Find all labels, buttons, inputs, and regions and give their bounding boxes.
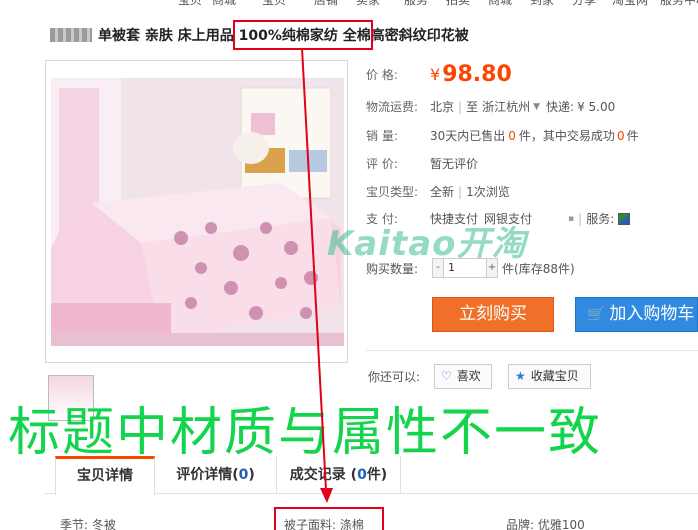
service-label: 服务:: [586, 212, 615, 226]
rating-label: 评 价:: [366, 157, 398, 171]
cart-icon: 🛒: [586, 305, 606, 323]
type-value: 全新: [430, 185, 455, 199]
top-nav-item[interactable]: 宝贝: [178, 0, 202, 8]
buy-now-button[interactable]: 立刻购买: [432, 297, 554, 332]
top-nav-item[interactable]: 卖家: [356, 0, 380, 8]
sales-prefix: 30天内已售出: [430, 129, 506, 143]
price-row: 价 格: ¥ 98.80: [366, 60, 512, 88]
quantity-label: 购买数量:: [366, 261, 419, 276]
sales-suffix: 件: [626, 129, 639, 143]
top-nav-item[interactable]: 宝贝: [262, 0, 286, 8]
attribute-item: 品牌: 优雅100: [506, 518, 585, 530]
attribute-highlight-box: [274, 507, 384, 530]
tab-label: 成交记录: [289, 467, 346, 483]
product-image-frame[interactable]: [45, 60, 348, 363]
also-label: 你还可以:: [368, 370, 421, 384]
detail-tabs: 宝贝详情 评价详情(0) 成交记录 (0件): [45, 456, 698, 495]
express-label: 快递:: [546, 100, 575, 114]
top-nav-item[interactable]: 店铺: [314, 0, 338, 8]
sales-mid: 件，其中交易成功: [518, 129, 615, 143]
like-label: 喜欢: [456, 369, 481, 383]
ship-from: 北京: [430, 100, 455, 114]
ship-to-select[interactable]: 浙江杭州: [482, 98, 530, 115]
quantity-input[interactable]: 1: [444, 258, 486, 278]
rating-row: 评 价: 暂无评价: [366, 155, 478, 172]
chevron-down-icon[interactable]: ▼: [533, 102, 540, 112]
quantity-decrease-button[interactable]: -: [432, 258, 444, 278]
top-nav-item[interactable]: 分享: [572, 0, 596, 8]
top-nav: 宝贝 商城 宝贝 店铺 卖家 服务 拍卖 商城 到家 分享 淘宝网 服务中心: [0, 0, 698, 8]
view-count: 1次浏览: [466, 185, 510, 199]
tab-label: 宝贝详情: [77, 468, 133, 484]
blurred-shop-name: [50, 28, 92, 42]
shipping-label: 物流运费:: [366, 100, 419, 114]
separator: |: [458, 99, 463, 114]
title-highlight-box: [233, 20, 373, 50]
tab-transactions[interactable]: 成交记录 (0件): [277, 456, 401, 494]
info-icon[interactable]: ▪: [568, 214, 574, 224]
top-nav-item[interactable]: 服务中心: [660, 0, 698, 8]
add-to-cart-button[interactable]: 🛒 加入购物车: [575, 297, 698, 332]
type-label: 宝贝类型:: [366, 185, 419, 199]
attribute-item: 季节: 冬被: [60, 518, 116, 530]
express-fee: ¥ 5.00: [577, 99, 616, 114]
sales-row: 销 量: 30天内已售出 0 件，其中交易成功 0 件: [366, 127, 639, 144]
type-row: 宝贝类型: 全新 | 1次浏览: [366, 183, 510, 200]
divider: [366, 350, 698, 351]
star-icon: ★: [515, 369, 526, 383]
success-count: 0: [616, 128, 625, 143]
favorite-label: 收藏宝贝: [530, 369, 579, 383]
annotation-text: 标题中材质与属性不一致: [8, 403, 603, 463]
like-button[interactable]: ♡ 喜欢: [434, 364, 492, 389]
price-value: 98.80: [442, 61, 512, 87]
ship-to-prefix: 至: [466, 100, 479, 114]
top-nav-item[interactable]: 商城: [488, 0, 512, 8]
tab-count: 0: [238, 467, 249, 483]
sold-count: 0: [508, 128, 516, 143]
rating-value: 暂无评价: [430, 157, 479, 171]
stock-count: (库存88件): [514, 261, 575, 276]
tab-details[interactable]: 宝贝详情: [55, 456, 155, 495]
sales-label: 销 量:: [366, 129, 398, 143]
price-label: 价 格:: [366, 67, 398, 82]
favorite-button[interactable]: ★ 收藏宝贝: [508, 364, 591, 389]
service-badge-icon[interactable]: [618, 212, 631, 225]
top-nav-item[interactable]: 淘宝网: [612, 0, 648, 8]
quantity-increase-button[interactable]: +: [486, 258, 498, 278]
top-nav-item[interactable]: 服务: [404, 0, 428, 8]
top-nav-item[interactable]: 商城: [212, 0, 236, 8]
tab-label: 评价详情: [176, 467, 233, 483]
shipping-row: 物流运费: 北京 | 至 浙江杭州 ▼ 快递: ¥ 5.00: [366, 98, 615, 115]
separator: |: [458, 184, 463, 199]
top-nav-item[interactable]: 拍卖: [446, 0, 470, 8]
tab-count: 0: [357, 467, 367, 483]
heart-icon: ♡: [441, 369, 452, 383]
top-nav-item[interactable]: 到家: [530, 0, 554, 8]
add-to-cart-label: 加入购物车: [609, 304, 695, 324]
price-symbol: ¥: [430, 64, 441, 84]
quantity-row: 购买数量: - 1 + 件 (库存88件): [366, 258, 575, 278]
separator: |: [578, 211, 583, 226]
quantity-unit: 件: [502, 261, 515, 276]
product-image[interactable]: [51, 78, 344, 346]
tab-reviews[interactable]: 评价详情(0): [155, 456, 277, 494]
